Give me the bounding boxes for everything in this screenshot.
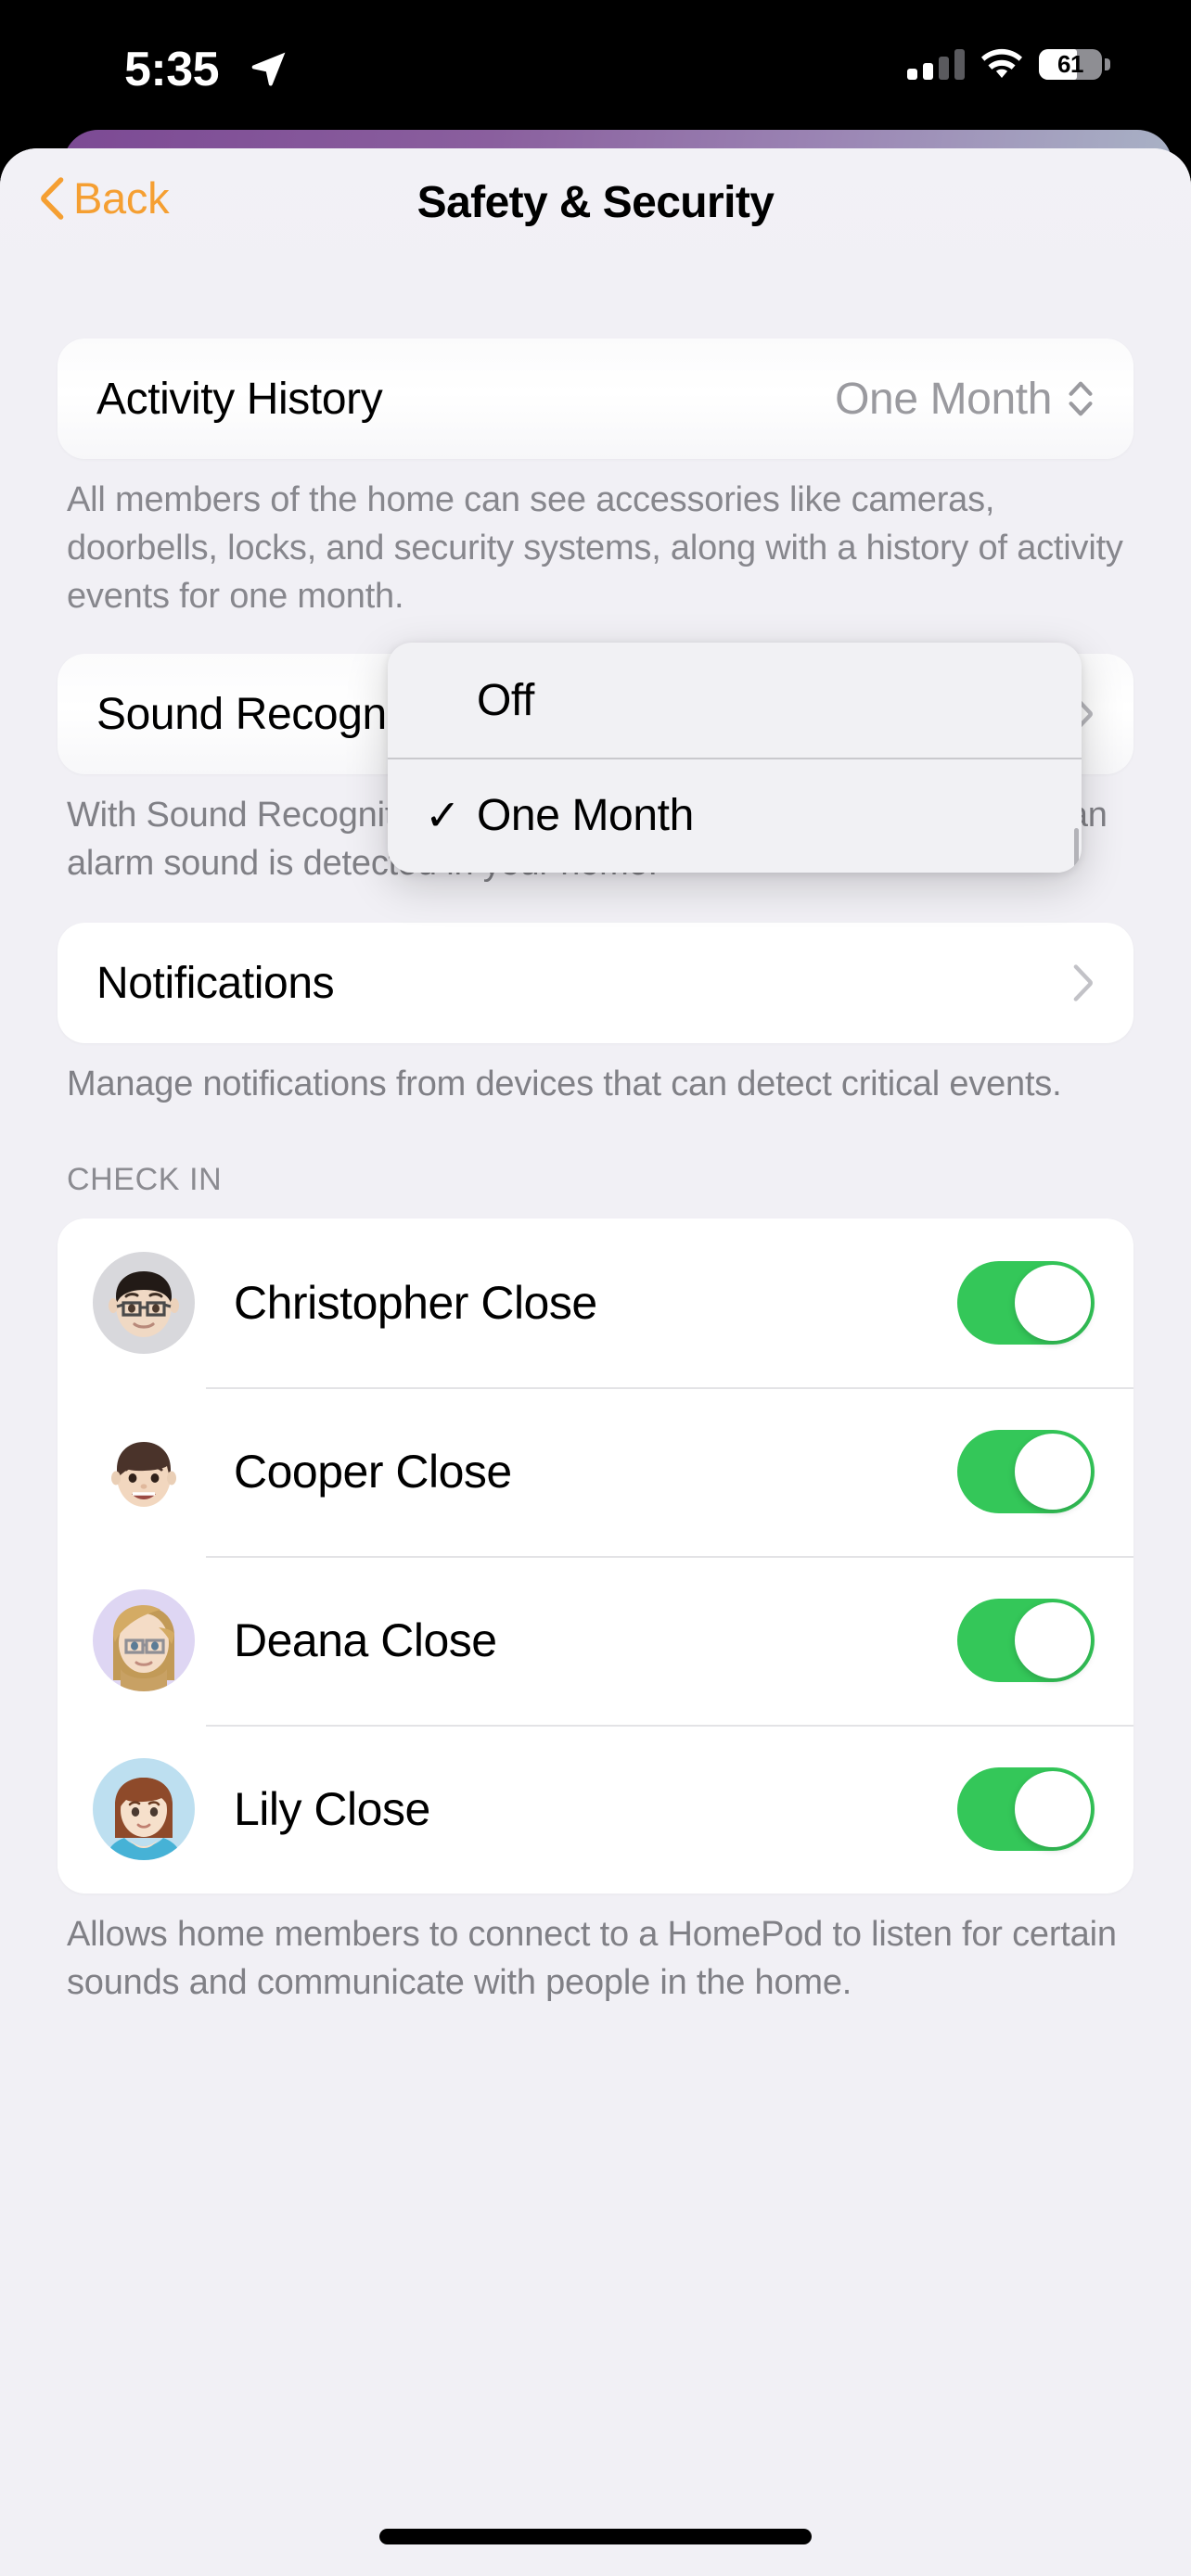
menu-item-check-icon: ✓ — [425, 791, 461, 839]
menu-item-label: One Month — [477, 790, 694, 840]
check-in-footnote: Allows home members to connect to a Home… — [67, 1915, 1117, 2002]
navigation-bar: Back Safety & Security — [0, 148, 1191, 283]
status-bar-indicators: 61 — [907, 48, 1110, 80]
list-item[interactable]: Deana Close — [58, 1556, 1133, 1725]
activity-history-value: One Month — [835, 374, 1052, 424]
check-in-section-header: CHECK IN — [67, 1162, 223, 1197]
avatar — [93, 1589, 195, 1691]
home-indicator — [379, 2529, 812, 2544]
cellular-signal-icon — [907, 48, 965, 80]
list-item-label: Deana Close — [234, 1614, 497, 1666]
menu-item-one-month[interactable]: ✓ One Month — [388, 758, 1082, 873]
memoji-cooper-icon — [111, 1442, 176, 1507]
list-item-label: Christopher Close — [234, 1277, 597, 1329]
notifications-label: Notifications — [96, 958, 335, 1008]
avatar — [93, 1758, 195, 1860]
list-item[interactable]: Cooper Close — [58, 1387, 1133, 1556]
list-item[interactable]: Christopher Close — [58, 1218, 1133, 1387]
iphone-screen: 5:35 61 Back Safety & Security Activity … — [0, 0, 1191, 2576]
location-arrow-icon — [251, 52, 286, 86]
memoji-christopher-icon — [109, 1271, 179, 1337]
list-item[interactable]: Lily Close — [58, 1725, 1133, 1894]
settings-content: Activity History One Month All members o… — [0, 338, 1191, 2007]
list-item-label: Cooper Close — [234, 1446, 512, 1498]
wifi-icon — [981, 48, 1022, 79]
activity-history-dropdown-menu[interactable]: Off ✓ One Month — [388, 643, 1082, 873]
check-in-card: Christopher Close Cooper Close Deana Clo… — [58, 1218, 1133, 1894]
avatar — [93, 1252, 195, 1354]
battery-icon: 61 — [1039, 48, 1110, 80]
notifications-card: Notifications — [58, 923, 1133, 1043]
menu-scrollbar[interactable] — [1074, 828, 1079, 873]
status-bar: 5:35 61 — [0, 0, 1191, 139]
status-bar-time: 5:35 — [124, 43, 220, 96]
chevron-up-down-icon — [1069, 381, 1093, 416]
list-item-label: Lily Close — [234, 1783, 430, 1835]
check-in-toggle[interactable] — [957, 1599, 1095, 1682]
settings-sheet: Back Safety & Security Activity History … — [0, 148, 1191, 2576]
activity-history-label: Activity History — [96, 374, 383, 424]
battery-percent-label: 61 — [1057, 49, 1083, 78]
activity-history-footnote: All members of the home can see accessor… — [67, 480, 1123, 616]
check-in-toggle[interactable] — [957, 1261, 1095, 1345]
notifications-footnote: Manage notifications from devices that c… — [67, 1065, 1062, 1103]
check-in-toggle[interactable] — [957, 1767, 1095, 1851]
menu-item-off[interactable]: Off — [388, 643, 1082, 758]
activity-history-card: Activity History One Month — [58, 338, 1133, 459]
memoji-lily-icon — [108, 1778, 180, 1860]
page-title: Safety & Security — [416, 178, 775, 227]
chevron-right-icon — [1073, 964, 1093, 1001]
menu-item-label: Off — [477, 675, 534, 725]
notifications-row[interactable]: Notifications — [58, 923, 1133, 1043]
avatar — [93, 1421, 195, 1523]
activity-history-row[interactable]: Activity History One Month — [58, 338, 1133, 459]
memoji-deana-icon — [113, 1605, 174, 1691]
check-in-toggle[interactable] — [957, 1430, 1095, 1513]
